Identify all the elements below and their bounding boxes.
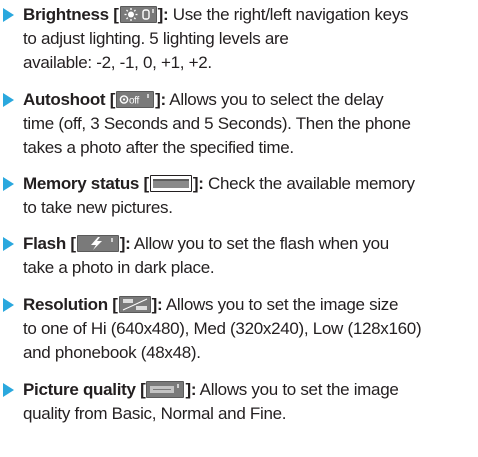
list-item-brightness: Brightness []: Use the right/left naviga… <box>0 3 470 75</box>
item-line: to one of Hi (640x480), Med (320x240), L… <box>23 319 422 338</box>
item-line: Flash []: Allow you to set the flash whe… <box>0 232 470 256</box>
bullet-triangle-icon <box>3 383 14 397</box>
bracket-close: ]: <box>151 295 163 314</box>
bullet-triangle-icon <box>3 93 14 107</box>
bracket-close: ]: <box>192 174 204 193</box>
list-item-autoshoot: Autoshoot [ off]: Allows you to select th… <box>0 88 470 160</box>
bracket-open: [ <box>108 5 119 24</box>
item-description: Allows you to set the image size <box>162 295 399 314</box>
bullet-triangle-icon <box>3 8 14 22</box>
bullet-triangle-icon <box>3 237 14 251</box>
item-title: Picture quality <box>23 380 136 399</box>
bracket-open: [ <box>105 90 116 109</box>
item-description: Allows you to set the image <box>196 380 399 399</box>
quality-icon <box>146 381 185 398</box>
item-description: Allows you to select the delay <box>165 90 384 109</box>
resolution-icon <box>118 296 151 313</box>
item-line: quality from Basic, Normal and Fine. <box>23 404 287 423</box>
bracket-close: ]: <box>157 5 169 24</box>
bracket-close: ]: <box>155 90 166 109</box>
item-title: Memory status <box>23 174 140 193</box>
item-description: Use the right/left navigation keys <box>168 5 409 24</box>
bracket-close: ]: <box>119 234 131 253</box>
bullet-triangle-icon <box>3 177 14 191</box>
item-line: takes a photo after the specified time. <box>23 138 294 157</box>
item-line: time (off, 3 Seconds and 5 Seconds). The… <box>23 114 411 133</box>
item-line: to take new pictures. <box>23 198 173 217</box>
item-line: to adjust lighting. 5 lighting levels ar… <box>23 29 289 48</box>
timer-off-icon: off <box>116 91 155 108</box>
bracket-open: [ <box>107 295 118 314</box>
flash-icon <box>76 235 119 252</box>
item-description: Allow you to set the flash when you <box>130 234 389 253</box>
bracket-open: [ <box>135 380 146 399</box>
item-line: Brightness []: Use the right/left naviga… <box>0 3 470 27</box>
sun-icon <box>119 6 157 23</box>
bullet-triangle-icon <box>3 298 14 312</box>
item-line: and phonebook (48x48). <box>23 343 201 362</box>
item-description: Check the available memory <box>203 174 415 193</box>
list-item-memory-status: Memory status []: Check the available me… <box>0 172 470 220</box>
item-line: available: -2, -1, 0, +1, +2. <box>23 53 212 72</box>
memory-bar-icon <box>149 175 192 192</box>
item-title: Flash <box>23 234 66 253</box>
manual-page: Brightness []: Use the right/left naviga… <box>0 0 478 457</box>
bracket-open: [ <box>139 174 150 193</box>
item-title: Autoshoot <box>23 90 106 109</box>
item-title: Brightness <box>23 5 109 24</box>
list-item-resolution: Resolution []: Allows you to set the ima… <box>0 293 470 365</box>
item-line: take a photo in dark place. <box>23 258 215 277</box>
item-line: Picture quality []: Allows you to set th… <box>0 378 470 402</box>
svg-text:off: off <box>129 96 140 107</box>
item-line: Resolution []: Allows you to set the ima… <box>0 293 470 317</box>
list-item-picture-quality: Picture quality []: Allows you to set th… <box>0 378 470 426</box>
bracket-close: ]: <box>185 380 197 399</box>
bracket-open: [ <box>65 234 76 253</box>
item-title: Resolution <box>23 295 108 314</box>
item-line: Autoshoot [ off]: Allows you to select th… <box>0 88 470 112</box>
list-item-flash: Flash []: Allow you to set the flash whe… <box>0 232 470 280</box>
item-line: Memory status []: Check the available me… <box>0 172 470 196</box>
